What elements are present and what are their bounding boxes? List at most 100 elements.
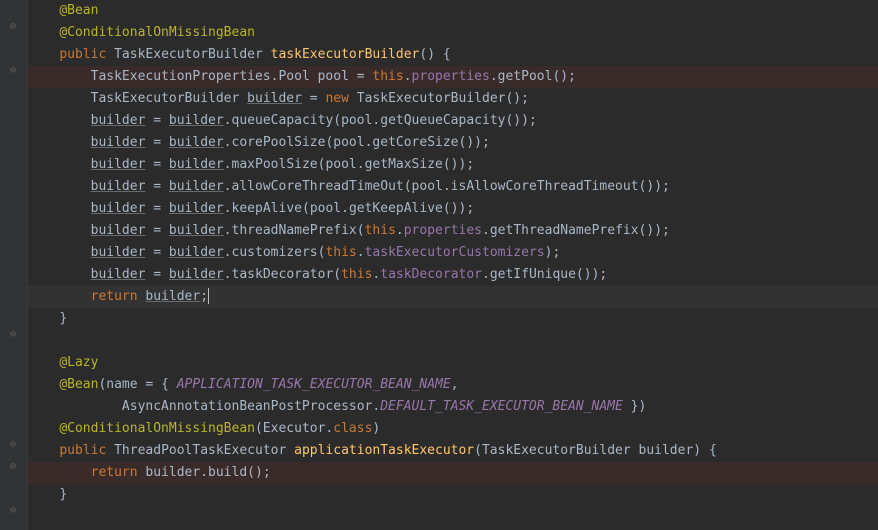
method-call: customizers [232,245,318,260]
method-call: .getPool() [490,69,568,84]
field: taskExecutorCustomizers [365,245,545,260]
equals: = [145,267,168,282]
caret-icon [208,288,209,304]
paren: ) [474,135,482,150]
dot: . [224,245,232,260]
paren: ) [521,113,529,128]
local-var: builder [169,179,224,194]
method-call: .getThreadNamePrefix()) [482,223,662,238]
fold-toggle-icon[interactable]: ⊖ [6,60,20,82]
code-line[interactable]: @Lazy [28,352,878,374]
semicolon: ; [568,69,576,84]
code-line[interactable]: builder = builder.taskDecorator(this.tas… [28,264,878,286]
equals: = [145,201,168,216]
equals: = [302,91,325,106]
paren: ( [333,113,341,128]
local-var: builder [91,223,146,238]
code-line-empty[interactable] [28,330,878,352]
brace: } [59,487,67,502]
arg: pool.getKeepAlive() [310,201,459,216]
keyword-class: class [333,421,372,436]
comma: , [451,377,459,392]
dot: . [224,179,232,194]
dot: . [224,223,232,238]
code-line[interactable]: builder = builder.customizers(this.taskE… [28,242,878,264]
method-call: maxPoolSize [232,157,318,172]
fold-toggle-icon[interactable]: ⊖ [6,16,20,38]
dot: . [396,223,404,238]
code-line[interactable]: public TaskExecutorBuilder taskExecutorB… [28,44,878,66]
code-line[interactable]: builder = builder.keepAlive(pool.getKeep… [28,198,878,220]
method-name: taskExecutorBuilder [271,47,420,62]
local-var: builder [91,179,146,194]
code-line[interactable]: @Bean [28,0,878,22]
code-editor[interactable]: @Bean @ConditionalOnMissingBean public T… [28,0,878,506]
dot: . [224,267,232,282]
method-call: threadNamePrefix [232,223,357,238]
code-line-current[interactable]: return builder; [28,286,878,308]
code-line[interactable]: @Bean(name = { APPLICATION_TASK_EXECUTOR… [28,374,878,396]
local-var: builder [169,223,224,238]
keyword-new: new [325,91,348,106]
semicolon: ; [529,113,537,128]
type: TaskExecutorBuilder [91,91,248,106]
equals: = [145,157,168,172]
brace: { [701,443,717,458]
code-line[interactable]: } [28,308,878,330]
field: properties [412,69,490,84]
fold-toggle-icon[interactable]: ⊖ [6,434,20,456]
local-var: pool = [310,69,373,84]
code-line[interactable]: public ThreadPoolTaskExecutor applicatio… [28,440,878,462]
fold-toggle-icon[interactable]: ⊖ [6,500,20,522]
arg: pool.isAllowCoreThreadTimeout() [412,179,655,194]
local-var: builder [91,157,146,172]
arg: pool.getCoreSize() [333,135,474,150]
annotation: @ConditionalOnMissingBean [59,25,255,40]
local-var: builder [91,267,146,282]
local-var: builder [169,267,224,282]
code-line[interactable]: return builder.build(); [28,462,878,484]
method-call: builder.build() [138,465,263,480]
code-line[interactable]: TaskExecutionProperties.Pool pool = this… [28,66,878,88]
code-line[interactable]: builder = builder.corePoolSize(pool.getC… [28,132,878,154]
paren: ) [372,421,380,436]
semicolon: ; [521,91,529,106]
code-line[interactable]: builder = builder.allowCoreThreadTimeOut… [28,176,878,198]
semicolon: ; [482,135,490,150]
local-var: builder [91,245,146,260]
method-call: corePoolSize [232,135,326,150]
brace: { [435,47,451,62]
code-line[interactable]: builder = builder.threadNamePrefix(this.… [28,220,878,242]
code-line[interactable]: } [28,484,878,506]
method-call: .getIfUnique()) [482,267,599,282]
keyword-this: this [372,69,403,84]
fold-toggle-icon[interactable]: ⊖ [6,324,20,346]
annotation: @Bean [59,3,98,18]
code-line[interactable]: TaskExecutorBuilder builder = new TaskEx… [28,88,878,110]
dot: . [224,201,232,216]
type: ThreadPoolTaskExecutor [114,443,286,458]
code-line[interactable]: @ConditionalOnMissingBean [28,22,878,44]
keyword-public: public [59,443,106,458]
keyword-this: this [325,245,356,260]
method-call: keepAlive [232,201,302,216]
equals: = [145,245,168,260]
code-line[interactable]: AsyncAnnotationBeanPostProcessor.DEFAULT… [28,396,878,418]
local-var: builder [169,201,224,216]
code-line[interactable]: @ConditionalOnMissingBean(Executor.class… [28,418,878,440]
local-var: builder [91,113,146,128]
brace: } [59,311,67,326]
fold-toggle-icon[interactable]: ⊖ [6,456,20,478]
semicolon: ; [263,465,271,480]
local-var: builder [169,135,224,150]
arg: pool.getMaxSize() [325,157,458,172]
dot: . [224,157,232,172]
dot: . [404,69,412,84]
punct: }) [623,399,646,414]
code-line[interactable]: builder = builder.queueCapacity(pool.get… [28,110,878,132]
dot: . [224,113,232,128]
equals: = [145,223,168,238]
code-line[interactable]: builder = builder.maxPoolSize(pool.getMa… [28,154,878,176]
equals: = [145,179,168,194]
semicolon: ; [552,245,560,260]
